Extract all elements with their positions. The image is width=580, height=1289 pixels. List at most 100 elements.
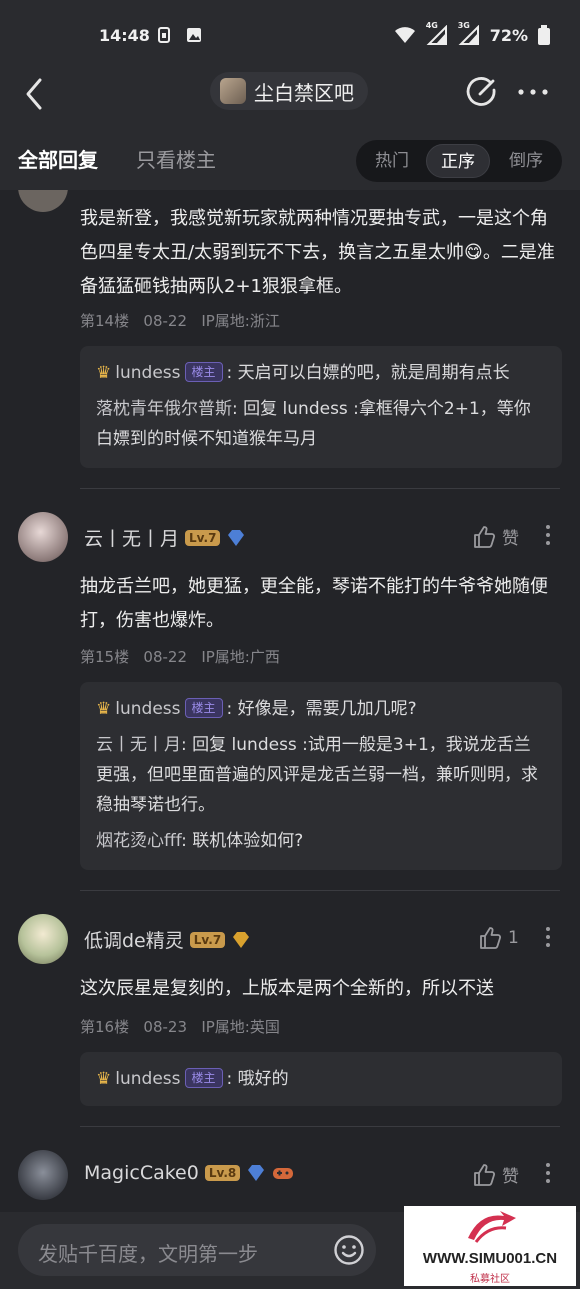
- gamepad-icon: [273, 1168, 294, 1179]
- thumbs-up-icon: [474, 525, 496, 548]
- sub-reply[interactable]: 落枕青年俄尔普斯: 回复 lundess :拿框得六个2+1，等你白嫖到的时候不…: [96, 394, 546, 454]
- post-text: 这次辰星是复刻的，上版本是两个全新的，所以不送: [80, 978, 494, 999]
- sub-reply[interactable]: ♛ lundess 楼主: 天启可以白嫖的吧，就是周期有点长: [96, 358, 546, 388]
- sort-toggle: 热门 正序 倒序: [356, 140, 562, 182]
- post-author[interactable]: MagicCake0 Lv.8: [84, 1162, 294, 1184]
- like-count: 1: [508, 928, 519, 948]
- sub-replies[interactable]: ♛ lundess 楼主: 天启可以白嫖的吧，就是周期有点长 落枕青年俄尔普斯: 回…: [80, 346, 562, 468]
- emoji-icon[interactable]: [333, 1234, 365, 1266]
- tab-op-only[interactable]: 只看楼主: [136, 144, 216, 173]
- more-options-icon[interactable]: [540, 926, 556, 948]
- status-time: 14:48: [99, 26, 150, 45]
- like-label: 赞: [502, 529, 519, 549]
- reply-author[interactable]: 云丨无丨月: [96, 735, 181, 755]
- reply-list: 我是新登，我感觉新玩家就两种情况要抽专武，一是这个角色四星专太丑/太弱到玩不下去…: [0, 190, 580, 1212]
- battery-percent: 72%: [489, 25, 528, 45]
- reply-author[interactable]: 落枕青年俄尔普斯: [96, 399, 232, 419]
- sort-asc[interactable]: 正序: [426, 144, 490, 178]
- op-badge: 楼主: [184, 698, 223, 718]
- divider: [80, 1126, 560, 1127]
- like-label: 赞: [502, 1167, 519, 1187]
- reply-input[interactable]: 发贴千百度，文明第一步: [18, 1224, 376, 1276]
- avatar[interactable]: [18, 1150, 68, 1200]
- crown-icon: ♛: [96, 1069, 112, 1089]
- reply-author[interactable]: lundess: [115, 1069, 180, 1089]
- divider: [80, 890, 560, 891]
- thumbs-up-icon: [474, 1163, 496, 1186]
- like-button[interactable]: 1: [478, 926, 519, 950]
- sub-reply[interactable]: 烟花烫心fff: 联机体验如何?: [96, 826, 546, 856]
- avatar[interactable]: [18, 190, 68, 212]
- post-author[interactable]: 低调de精灵 Lv.7: [84, 926, 251, 953]
- post-meta: 第15楼 08-22 IP属地:广西: [80, 646, 280, 667]
- watermark-subtext: 私募社区: [470, 1274, 510, 1285]
- sub-reply[interactable]: 云丨无丨月: 回复 lundess :试用一般是3+1，我说龙舌兰更强，但吧里面…: [96, 730, 546, 820]
- crown-icon: ♛: [96, 699, 112, 719]
- op-badge: 楼主: [184, 1068, 223, 1088]
- forum-avatar: [220, 78, 246, 104]
- sub-reply[interactable]: ♛ lundess 楼主: 好像是，需要几加几呢?: [96, 694, 546, 724]
- like-button[interactable]: 赞: [472, 524, 519, 549]
- watermark-logo-icon: [468, 1211, 516, 1243]
- reply-author[interactable]: lundess: [115, 363, 180, 383]
- signal-3g-icon: 3G: [458, 21, 480, 45]
- post-meta: 第16楼 08-23 IP属地:英国: [80, 1016, 280, 1037]
- author-name[interactable]: MagicCake0: [84, 1162, 199, 1184]
- more-options-icon[interactable]: [540, 1162, 556, 1184]
- sub-replies[interactable]: ♛ lundess 楼主: 好像是，需要几加几呢? 云丨无丨月: 回复 lundes…: [80, 682, 562, 870]
- crown-icon: ♛: [96, 363, 112, 383]
- avatar[interactable]: [18, 914, 68, 964]
- op-badge: 楼主: [184, 362, 223, 382]
- post-floor: 第16楼: [80, 1018, 130, 1036]
- post-ip: IP属地:广西: [201, 648, 280, 666]
- level-badge: Lv.7: [189, 931, 226, 948]
- sort-desc[interactable]: 倒序: [494, 144, 558, 178]
- back-arrow-icon[interactable]: [18, 76, 54, 112]
- level-badge: Lv.8: [204, 1165, 241, 1181]
- wifi-icon: [394, 27, 415, 43]
- post-floor: 第14楼: [80, 312, 130, 330]
- post-ip: IP属地:英国: [201, 1018, 280, 1036]
- thumbs-up-icon: [480, 927, 502, 949]
- more-icon[interactable]: [516, 76, 550, 108]
- signal-4g-icon: 4G: [426, 21, 448, 45]
- post-date: 08-22: [143, 648, 187, 666]
- divider: [80, 488, 560, 489]
- tab-all-replies[interactable]: 全部回复: [18, 144, 98, 173]
- reply-text: 天启可以白嫖的吧，就是周期有点长: [237, 363, 510, 383]
- diamond-badge-icon: [248, 1165, 265, 1181]
- post-date: 08-23: [143, 1018, 187, 1036]
- author-name[interactable]: 低调de精灵: [84, 926, 184, 953]
- post-meta: 第14楼 08-22 IP属地:浙江: [80, 310, 280, 331]
- status-indicators: 4G 3G 72%: [394, 21, 550, 45]
- reply-tabs-bar: 全部回复 只看楼主 热门 正序 倒序: [0, 136, 580, 190]
- avatar[interactable]: [18, 512, 68, 562]
- post-floor: 第15楼: [80, 648, 130, 666]
- forum-name: 尘白禁区吧: [254, 80, 354, 105]
- battery-icon: [538, 25, 550, 45]
- watermark-text: WWW.SIMU001.CN: [422, 1250, 558, 1267]
- share-icon[interactable]: [466, 76, 498, 108]
- gallery-icon: [187, 28, 201, 42]
- more-options-icon[interactable]: [540, 524, 556, 546]
- post-ip: IP属地:浙江: [201, 312, 280, 330]
- reply-author[interactable]: 烟花烫心fff: [96, 831, 181, 851]
- forum-title-pill[interactable]: 尘白禁区吧: [210, 72, 368, 110]
- author-name[interactable]: 云丨无丨月: [84, 524, 179, 551]
- sub-reply[interactable]: ♛ lundess 楼主: 哦好的: [96, 1064, 546, 1094]
- reply-text: 哦好的: [237, 1069, 289, 1089]
- post-author[interactable]: 云丨无丨月 Lv.7: [84, 524, 246, 551]
- diamond-badge-icon: [233, 931, 250, 948]
- status-bar: 14:48 4G 3G 72%: [0, 0, 580, 72]
- reply-author[interactable]: lundess: [115, 699, 180, 719]
- reply-input-placeholder: 发贴千百度，文明第一步: [38, 1242, 258, 1266]
- reply-text: 好像是，需要几加几呢?: [237, 699, 417, 719]
- level-badge: Lv.7: [185, 529, 221, 546]
- sub-replies[interactable]: ♛ lundess 楼主: 哦好的: [80, 1052, 562, 1106]
- sort-hot[interactable]: 热门: [360, 144, 424, 178]
- post-date: 08-22: [143, 312, 187, 330]
- sim-icon: [158, 27, 170, 43]
- post-text: 抽龙舌兰吧，她更猛，更全能，琴诺不能打的牛爷爷她随便打，伤害也爆炸。: [80, 576, 548, 631]
- top-bar: 尘白禁区吧: [0, 72, 580, 136]
- like-button[interactable]: 赞: [472, 1162, 519, 1187]
